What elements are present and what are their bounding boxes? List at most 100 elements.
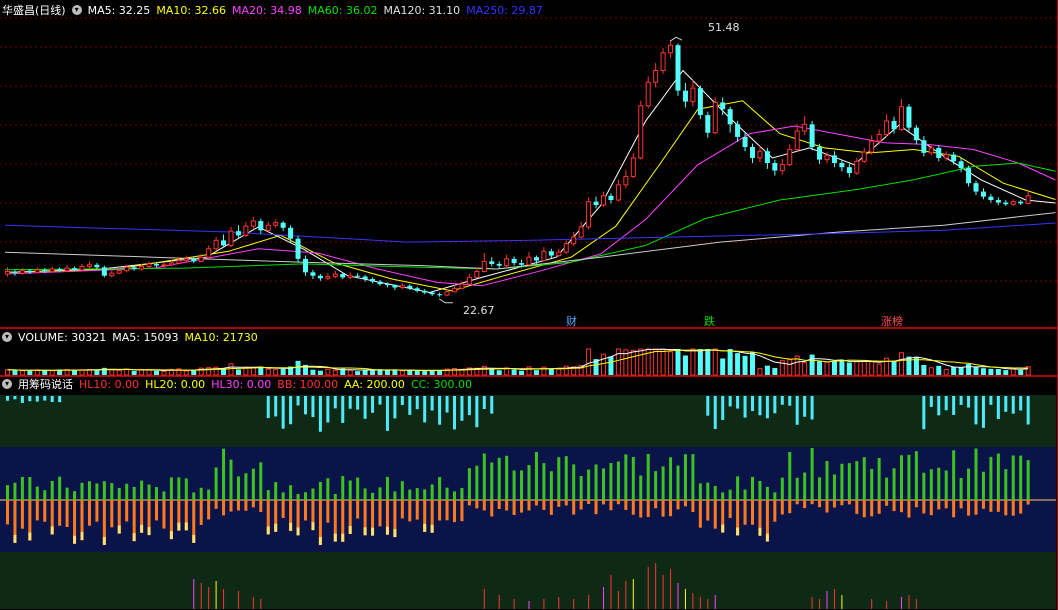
volume-bar bbox=[757, 368, 763, 376]
candle[interactable] bbox=[906, 104, 912, 132]
negative-bar bbox=[95, 500, 99, 522]
positive-bar bbox=[467, 468, 471, 500]
negative-bar bbox=[706, 500, 710, 521]
positive-bar bbox=[602, 468, 605, 500]
positive-bar bbox=[311, 488, 315, 500]
volume-bar bbox=[437, 370, 443, 375]
price-panel[interactable]: 华盛昌 (日线) ▾ MA5: 32.25 MA10: 32.66 MA20: 3… bbox=[0, 0, 1058, 328]
positive-bar bbox=[192, 492, 196, 500]
candle[interactable] bbox=[697, 85, 703, 120]
volume-bar bbox=[586, 348, 592, 376]
negative-bar bbox=[534, 500, 538, 506]
event-tag-finance[interactable]: 财 bbox=[566, 313, 577, 329]
negative-bar bbox=[639, 500, 643, 518]
volume-bar bbox=[12, 370, 18, 375]
negative-bar-tip bbox=[80, 532, 84, 541]
positive-bar bbox=[639, 475, 643, 500]
negative-bar bbox=[1004, 500, 1008, 516]
volume-bar bbox=[884, 357, 890, 376]
negative-bar bbox=[810, 500, 814, 505]
indicator-panel[interactable]: ▾ 用筹码说话 HL10: 0.00 HL20: 0.00 HL30: 0.00… bbox=[0, 376, 1058, 610]
ma20-label: MA20: 34.98 bbox=[232, 3, 302, 17]
positive-bar bbox=[534, 452, 538, 500]
positive-bar bbox=[296, 493, 300, 500]
indicator-legend: ▾ 用筹码说话 HL10: 0.00 HL20: 0.00 HL30: 0.00… bbox=[2, 376, 472, 392]
top-bar bbox=[326, 396, 330, 423]
top-bar bbox=[356, 396, 360, 410]
negative-bar-tip bbox=[371, 527, 375, 536]
negative-bar bbox=[885, 500, 889, 506]
ma120-label: MA120: 31.10 bbox=[383, 3, 461, 17]
event-tag-rise-list[interactable]: 涨榜 bbox=[881, 313, 903, 329]
volume-bar bbox=[861, 360, 867, 376]
negative-bar bbox=[922, 500, 926, 514]
top-bar bbox=[736, 396, 740, 409]
negative-bar-tip bbox=[318, 536, 322, 545]
top-bar bbox=[743, 396, 747, 418]
volume-bar bbox=[228, 363, 234, 376]
positive-bar bbox=[922, 472, 926, 500]
candle[interactable] bbox=[675, 43, 681, 96]
negative-bar bbox=[624, 500, 628, 511]
volume-bar bbox=[161, 370, 167, 376]
negative-bar-tip bbox=[13, 534, 17, 543]
volume-bar bbox=[332, 369, 338, 376]
negative-bar-tip bbox=[423, 523, 427, 532]
candle[interactable] bbox=[101, 265, 107, 278]
volume-bar bbox=[399, 370, 405, 376]
negative-bar bbox=[482, 500, 486, 511]
positive-bar bbox=[207, 489, 211, 500]
positive-bar bbox=[706, 482, 710, 500]
candlestick-chart[interactable] bbox=[0, 0, 1058, 328]
top-bar bbox=[1011, 396, 1015, 414]
positive-bar bbox=[721, 492, 725, 500]
negative-bar-tip bbox=[333, 533, 337, 542]
negative-bar bbox=[952, 500, 956, 518]
volume-dropdown-icon[interactable]: ▾ bbox=[2, 332, 12, 342]
top-bar bbox=[289, 396, 293, 425]
positive-bar bbox=[505, 455, 509, 500]
candle[interactable] bbox=[712, 97, 718, 135]
settings-dropdown-icon[interactable]: ▾ bbox=[71, 5, 82, 15]
negative-bar-tip bbox=[736, 527, 740, 536]
indicator-dropdown-icon[interactable]: ▾ bbox=[2, 379, 12, 389]
volume-bar bbox=[839, 360, 845, 375]
negative-bar bbox=[467, 500, 471, 506]
negative-bar bbox=[616, 500, 620, 505]
negative-bar bbox=[251, 500, 255, 508]
negative-bar bbox=[788, 500, 792, 514]
negative-bar bbox=[564, 500, 568, 506]
stock-name: 华盛昌 bbox=[2, 4, 35, 17]
candle[interactable] bbox=[586, 197, 592, 230]
volume-bar bbox=[854, 360, 860, 376]
positive-bar bbox=[572, 464, 576, 500]
positive-bar bbox=[683, 454, 687, 500]
negative-bar bbox=[832, 500, 836, 508]
positive-bar bbox=[356, 477, 360, 500]
top-bar bbox=[974, 396, 978, 425]
top-bar bbox=[423, 396, 427, 423]
volume-bar bbox=[995, 368, 1001, 375]
volume-bar bbox=[936, 365, 942, 375]
volume-bar bbox=[682, 355, 688, 375]
positive-bar bbox=[616, 461, 620, 500]
positive-bar bbox=[117, 487, 121, 500]
volume-panel[interactable]: ▾ VOLUME: 30321 MA5: 15093 MA10: 21730 bbox=[0, 328, 1058, 376]
negative-bar bbox=[438, 500, 442, 521]
negative-bar bbox=[818, 500, 822, 508]
candle[interactable] bbox=[809, 120, 815, 151]
positive-bar bbox=[840, 463, 844, 500]
positive-bar bbox=[765, 486, 769, 500]
positive-bar bbox=[758, 480, 762, 500]
candle[interactable] bbox=[295, 236, 301, 263]
volume-bar bbox=[27, 370, 33, 375]
positive-bar bbox=[266, 490, 270, 500]
positive-bar bbox=[862, 457, 866, 500]
candle[interactable] bbox=[638, 100, 644, 160]
event-tag-fall[interactable]: 跌 bbox=[704, 313, 715, 329]
chip-indicator-chart[interactable] bbox=[0, 376, 1058, 610]
positive-bar bbox=[125, 483, 129, 500]
positive-bar bbox=[587, 469, 591, 500]
negative-bar bbox=[281, 500, 285, 519]
positive-bar bbox=[818, 477, 822, 500]
